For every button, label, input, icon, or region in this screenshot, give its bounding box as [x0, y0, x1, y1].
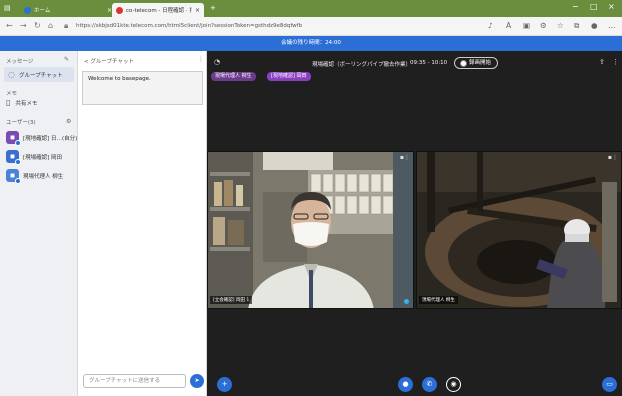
more-options-icon[interactable]: ⋮ [198, 56, 204, 63]
chat-icon: ◌ [8, 70, 15, 79]
tab-close-icon[interactable]: × [195, 7, 200, 14]
mic-active-icon [404, 299, 409, 304]
browser-tab-strip: ▤ ホーム × co-telecom - 日程確認 · 打 × + − □ × [0, 0, 622, 17]
video-feed-field [417, 152, 621, 308]
meeting-title: 現場確認（ボーリングパイプ撤去作業） [312, 62, 412, 68]
tab-favicon-icon [116, 6, 123, 14]
window-menu-icon[interactable]: ▤ [4, 4, 11, 12]
address-bar: ← → ↻ ⌂ 🔒︎ https://skbjsd01kte.telecom.c… [0, 17, 622, 36]
note-icon: ▯ [6, 98, 11, 107]
camera-icon[interactable]: ◉ [446, 377, 461, 392]
user-name: [現場確認] 岡田 [23, 154, 63, 161]
microphone-icon[interactable]: ● [398, 377, 413, 392]
record-label: 録画開始 [469, 60, 492, 66]
more-options-icon[interactable]: ⋮ [612, 58, 619, 66]
chat-input[interactable]: グループチャットに送信する [83, 374, 186, 388]
avatar: ◼ [6, 131, 21, 146]
participant-chip[interactable]: 現場代理人 柳生 [211, 72, 256, 81]
chat-panel: < グループチャット ⋮ Welcome to basepage. グループチャ… [78, 51, 207, 396]
back-icon[interactable]: ← [6, 21, 13, 30]
participant-chip[interactable]: [現地確認] 岡田 [267, 72, 311, 81]
extensions-icon[interactable]: ⚙ [540, 21, 547, 30]
welcome-message: Welcome to basepage. [82, 71, 203, 105]
users-section-label: ユーザー(3) [6, 120, 36, 126]
group-chat-label: グループチャット [18, 72, 63, 79]
messages-header: メッセージ [6, 59, 34, 65]
meeting-time-banner: 会議の残り時間：24:00 [0, 36, 622, 51]
forward-icon[interactable]: → [20, 21, 27, 30]
video-tile[interactable]: 現場代理人 柳生 ▪⋮ [416, 151, 622, 309]
chat-header[interactable]: < グループチャット [84, 57, 134, 65]
url-field[interactable]: https://skbjsd01kte.telecom.com/html5cli… [76, 21, 496, 32]
video-tile-label: [立会確認] 岡田 1 [210, 296, 253, 304]
meeting-time: 09:35 - 10:10 [410, 60, 448, 66]
connection-icon[interactable]: ◔ [214, 58, 220, 66]
favorites-icon[interactable]: ☆ [557, 21, 564, 30]
reload-icon[interactable]: ↻ [34, 21, 41, 30]
record-button[interactable]: 録画開始 [454, 57, 499, 69]
send-icon[interactable]: ➤ [190, 374, 204, 388]
avatar: ◼ [6, 150, 21, 165]
meeting-area: ◔ 現場確認（ボーリングパイプ撤去作業） 09:35 - 10:10 録画開始 … [207, 51, 622, 396]
upload-icon[interactable]: ⇪ [599, 58, 605, 66]
maximize-icon[interactable]: □ [590, 2, 598, 11]
sidebar-item-shared-memo[interactable]: ▯ 共有メモ [6, 98, 37, 107]
phone-icon[interactable]: ✆ [422, 377, 437, 392]
read-mode-icon[interactable]: A [506, 21, 511, 30]
minimize-icon[interactable]: − [572, 2, 579, 11]
tile-menu-icon[interactable]: ▪⋮ [400, 154, 410, 161]
video-feed-office [208, 152, 413, 308]
screen-share-icon[interactable]: ▭ [602, 377, 617, 392]
sidebar: メッセージ ✎ ◌ グループチャット メモ ▯ 共有メモ ユーザー(3) ⚙ ◼… [0, 51, 78, 396]
memo-section-label: メモ [6, 91, 18, 97]
collections-icon[interactable]: ▣ [523, 21, 530, 30]
home-icon[interactable]: ⌂ [48, 21, 53, 30]
user-name: 現場代理人 柳生 [23, 173, 64, 180]
user-list-item[interactable]: ◼ 現場代理人 柳生 [6, 169, 64, 184]
users-settings-icon[interactable]: ⚙ [66, 118, 71, 125]
compose-icon[interactable]: ✎ [64, 56, 69, 63]
shared-memo-label: 共有メモ [15, 100, 38, 107]
add-button[interactable]: + [217, 377, 232, 392]
mic-permission-icon[interactable]: ♪ [488, 21, 493, 30]
collections-add-icon[interactable]: ⧉ [574, 21, 579, 31]
tab-active-title: co-telecom - 日程確認 · 打 [126, 8, 192, 14]
user-name: [現地確認] 日…(自分) [23, 135, 78, 142]
video-tile[interactable]: [立会確認] 岡田 1 ▪⋮ [207, 151, 414, 309]
sidebar-item-group-chat[interactable]: ◌ グループチャット [4, 67, 74, 82]
lock-icon: 🔒︎ [64, 21, 69, 30]
avatar: ◼ [6, 169, 21, 184]
video-tile-label: 現場代理人 柳生 [419, 296, 458, 304]
tab-inactive[interactable]: ホーム × [20, 3, 116, 17]
tab-inactive-title: ホーム [34, 8, 51, 14]
user-list-item[interactable]: ◼ [現地確認] 日…(自分) [6, 131, 78, 146]
tile-menu-icon[interactable]: ▪⋮ [608, 154, 618, 161]
profile-icon[interactable]: ● [591, 21, 598, 30]
new-tab-icon[interactable]: + [210, 4, 216, 12]
close-window-icon[interactable]: × [608, 2, 615, 11]
tab-active[interactable]: co-telecom - 日程確認 · 打 × [112, 3, 204, 17]
record-icon [461, 60, 466, 66]
tab-favicon-icon [24, 6, 31, 14]
user-list-item[interactable]: ◼ [現場確認] 岡田 [6, 150, 63, 165]
settings-menu-icon[interactable]: … [608, 21, 616, 30]
